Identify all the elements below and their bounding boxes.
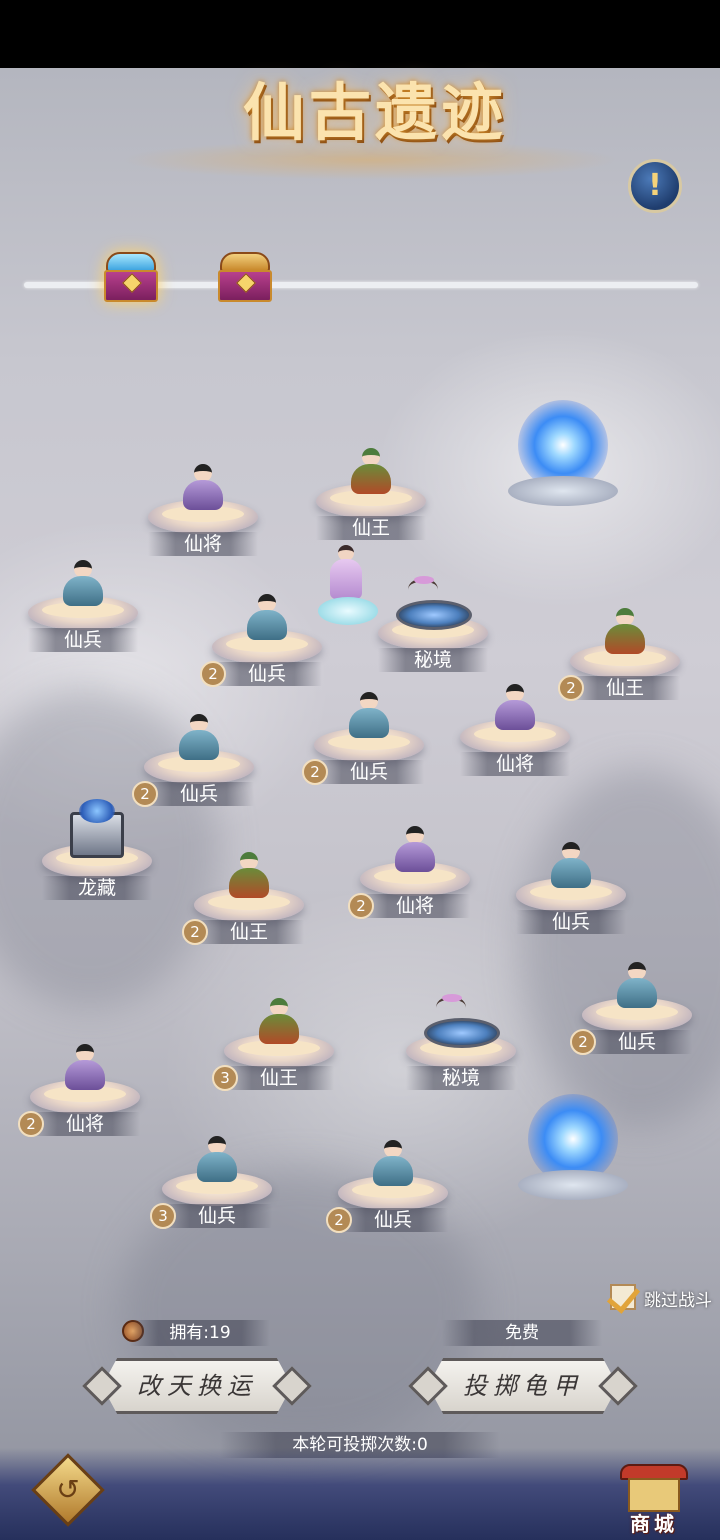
node-label: 仙兵 xyxy=(582,1030,692,1054)
shop-label: 商城 xyxy=(630,1512,678,1536)
count-badge: 2 xyxy=(200,661,226,687)
immortal-general-icon xyxy=(63,1044,107,1094)
node-label: 仙将 xyxy=(30,1112,140,1136)
node-label: 仙将 xyxy=(460,752,570,776)
portal-bottom[interactable] xyxy=(518,1094,628,1214)
immortal-general-icon xyxy=(393,826,437,876)
throw-turtle-shell-button[interactable]: 投掷龟甲 xyxy=(408,1358,638,1414)
immortal-soldier-icon xyxy=(549,842,593,892)
dragon-treasure-icon xyxy=(70,799,124,858)
node-label: 仙王 xyxy=(194,920,304,944)
owned-count: 拥有:19 xyxy=(130,1320,270,1346)
immortal-soldier-icon xyxy=(615,962,659,1012)
board-node[interactable]: 仙王 2 xyxy=(558,600,680,701)
count-badge: 2 xyxy=(182,919,208,945)
node-label: 仙兵 xyxy=(314,760,424,784)
node-label: 仙兵 xyxy=(28,628,138,652)
node-label: 仙兵 xyxy=(516,910,626,934)
immortal-soldier-icon xyxy=(61,560,105,610)
skip-battle-label: 跳过战斗 xyxy=(644,1291,712,1311)
swirl-icon: ↺ xyxy=(56,1473,80,1506)
node-label: 仙王 xyxy=(224,1066,334,1090)
immortal-king-icon xyxy=(227,852,271,902)
immortal-general-icon xyxy=(181,464,225,514)
board-node[interactable]: 仙王 3 xyxy=(212,990,334,1091)
immortal-king-icon xyxy=(603,608,647,658)
shop-button[interactable]: 商城 xyxy=(614,1458,694,1538)
node-label: 仙将 xyxy=(360,894,470,918)
node-label: 龙藏 xyxy=(42,876,152,900)
board-node[interactable]: 秘境 xyxy=(406,990,516,1090)
immortal-king-icon xyxy=(349,448,393,498)
change-fate-label: 改天换运 xyxy=(137,1372,257,1400)
immortal-soldier-icon xyxy=(245,594,289,644)
board-node[interactable]: 仙王 2 xyxy=(182,844,304,945)
count-badge: 3 xyxy=(150,1203,176,1229)
node-label: 仙将 xyxy=(148,532,258,556)
player-fairy-token xyxy=(318,545,378,635)
bottom-decoration xyxy=(0,1448,720,1540)
board-node[interactable]: 仙兵 3 xyxy=(150,1128,272,1229)
portal-top[interactable] xyxy=(508,400,618,520)
board-node[interactable]: 仙王 xyxy=(316,440,426,540)
node-label: 仙兵 xyxy=(338,1208,448,1232)
board-node[interactable]: 仙将 xyxy=(460,676,570,776)
node-label: 秘境 xyxy=(378,648,488,672)
board-node[interactable]: 仙兵 2 xyxy=(302,684,424,785)
count-badge: 3 xyxy=(212,1065,238,1091)
free-label: 免费 xyxy=(442,1320,602,1346)
board-node[interactable]: 仙将 xyxy=(148,456,258,556)
status-bar xyxy=(0,0,720,68)
skip-battle-checkbox[interactable] xyxy=(606,1279,641,1314)
immortal-soldier-icon xyxy=(177,714,221,764)
throw-turtle-shell-label: 投掷龟甲 xyxy=(463,1372,583,1400)
board-node[interactable]: 仙兵 2 xyxy=(132,706,254,807)
count-badge: 2 xyxy=(570,1029,596,1055)
info-icon[interactable]: ! xyxy=(628,159,682,213)
immortal-king-icon xyxy=(257,998,301,1048)
change-fate-button[interactable]: 改天换运 xyxy=(82,1358,312,1414)
page-title: 仙古遗迹 xyxy=(242,76,507,149)
reward-chest-1[interactable] xyxy=(104,252,158,302)
immortal-soldier-icon xyxy=(371,1140,415,1190)
count-badge: 2 xyxy=(302,759,328,785)
skip-battle-toggle[interactable]: 跳过战斗 xyxy=(606,1279,720,1314)
node-label: 秘境 xyxy=(406,1066,516,1090)
node-label: 仙兵 xyxy=(144,782,254,806)
board-node[interactable]: 仙兵 2 xyxy=(326,1132,448,1233)
board-node[interactable]: 龙藏 xyxy=(42,799,152,900)
immortal-soldier-icon xyxy=(347,692,391,742)
board-node[interactable]: 仙兵 2 xyxy=(570,954,692,1055)
checkmark-icon xyxy=(606,1279,641,1314)
node-label: 仙王 xyxy=(316,516,426,540)
reward-chest-2[interactable] xyxy=(218,252,272,302)
board-node[interactable]: 仙兵 2 xyxy=(200,586,322,687)
board-node[interactable]: 仙兵 xyxy=(516,834,626,934)
back-button[interactable]: ↺ xyxy=(30,1452,106,1528)
board-node[interactable]: 仙将 2 xyxy=(18,1036,140,1137)
immortal-soldier-icon xyxy=(195,1136,239,1186)
board-node[interactable]: 仙兵 xyxy=(28,552,138,652)
node-label: 仙兵 xyxy=(162,1204,272,1228)
count-badge: 2 xyxy=(18,1111,44,1137)
immortal-general-icon xyxy=(493,684,537,734)
count-badge: 2 xyxy=(326,1207,352,1233)
node-label: 仙王 xyxy=(570,676,680,700)
count-badge: 2 xyxy=(348,893,374,919)
board-node[interactable]: 仙将 2 xyxy=(348,818,470,919)
board-node[interactable]: 秘境 xyxy=(378,572,488,672)
node-label: 仙兵 xyxy=(212,662,322,686)
